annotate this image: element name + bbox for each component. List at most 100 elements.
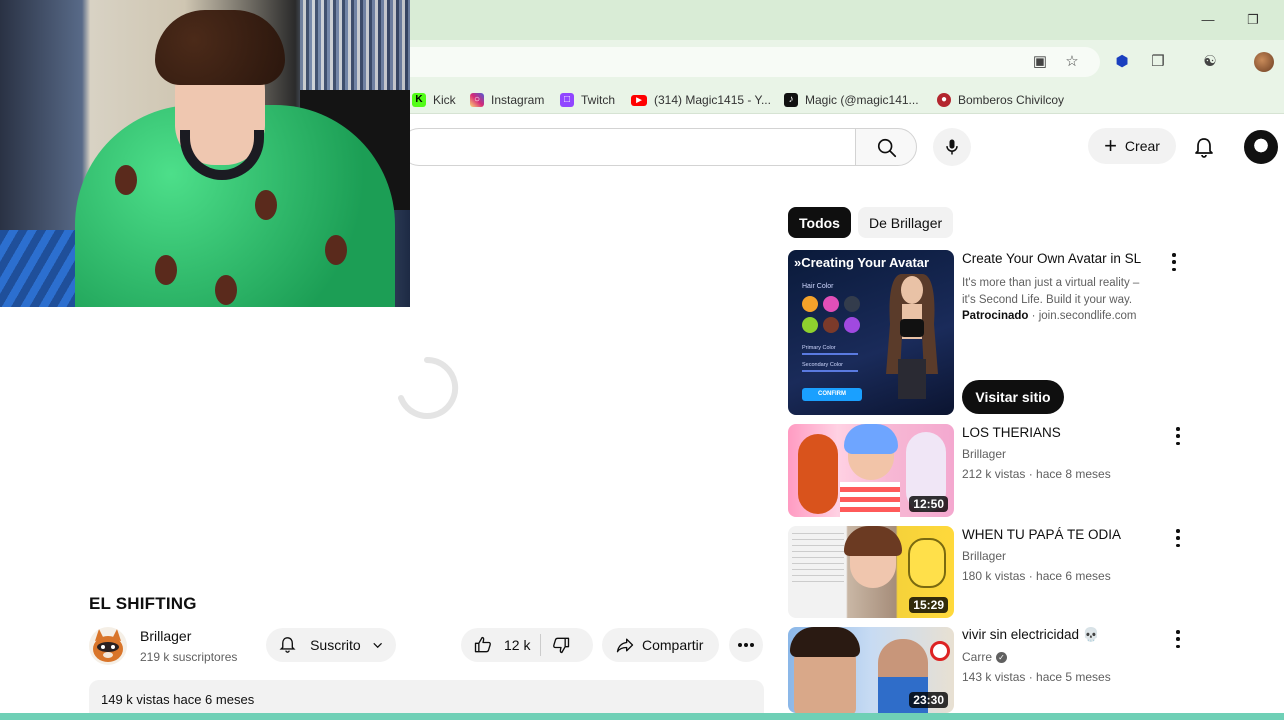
channel-name[interactable]: Brillager [962, 549, 1006, 563]
video-thumbnail[interactable]: 15:29 [788, 526, 954, 618]
ad-thumbnail-primary-label: Primary Color [802, 345, 836, 351]
ad-color-swatches [802, 296, 860, 333]
tiktok-icon: ♪ [784, 93, 798, 107]
create-label: Crear [1124, 138, 1160, 154]
ad-slider [802, 353, 858, 355]
bookmark-twitch[interactable]: □ Twitch [560, 92, 615, 108]
bookmark-instagram[interactable]: ○ Instagram [470, 92, 544, 108]
ad-slider [802, 370, 858, 372]
video-title[interactable]: vivir sin electricidad 💀 [962, 627, 1100, 643]
channel-name[interactable]: Brillager [962, 447, 1006, 461]
restore-icon[interactable]: ❐ [1245, 12, 1261, 28]
channel-name[interactable]: Brillager [140, 628, 191, 644]
loading-spinner [398, 356, 459, 419]
swatch [844, 296, 860, 312]
video-meta: 180 k vistas · hace 6 meses [962, 569, 1111, 583]
chip-all[interactable]: Todos [788, 207, 851, 238]
verified-icon: ✓ [996, 652, 1008, 664]
channel-avatar[interactable] [89, 627, 127, 665]
bomberos-icon: ● [937, 93, 951, 107]
address-bar[interactable] [330, 47, 1100, 77]
bookmark-label: Kick [433, 93, 456, 107]
webcam-person [115, 165, 137, 195]
more-actions-button[interactable] [729, 628, 763, 662]
video-more-icon[interactable] [1173, 427, 1183, 445]
channel-name[interactable]: Carre [962, 650, 992, 664]
install-app-icon[interactable]: ▣ [1030, 52, 1050, 72]
thumb-shape [792, 532, 844, 582]
ad-more-icon[interactable] [1169, 253, 1179, 271]
ad-sponsor-line: Patrocinado · join.secondlife.com [962, 310, 1137, 322]
like-count[interactable]: 12 k [504, 637, 530, 653]
chip-from-channel[interactable]: De Brillager [858, 207, 954, 238]
video-title[interactable]: LOS THERIANS [962, 425, 1061, 440]
minimize-icon[interactable]: — [1200, 12, 1216, 28]
bookmark-kick[interactable]: K Kick [412, 92, 456, 108]
search-input[interactable] [400, 128, 855, 166]
bookmark-label: Bomberos Chivilcoy [958, 93, 1065, 107]
subscribed-button[interactable]: Suscrito [266, 628, 396, 662]
video-meta: 143 k vistas · hace 5 meses [962, 670, 1111, 684]
webcam-person [155, 10, 285, 85]
twitch-icon: □ [560, 93, 574, 107]
ad-sponsored-label: Patrocinado [962, 310, 1029, 322]
video-duration: 12:50 [909, 496, 948, 512]
notifications-bell-icon[interactable] [1192, 136, 1216, 160]
like-dislike-group: 12 k [461, 628, 593, 662]
ad-avatar-figure [886, 274, 938, 399]
dislike-thumb-down-icon[interactable] [551, 635, 571, 655]
video-duration: 23:30 [909, 692, 948, 708]
channel-avatar [93, 629, 123, 662]
browser-profile-avatar[interactable] [1254, 52, 1274, 72]
more-horizontal-icon [738, 643, 754, 647]
bookmark-star-icon[interactable]: ☆ [1062, 52, 1082, 72]
visit-site-button[interactable]: Visitar sitio [962, 380, 1064, 414]
ad-domain[interactable]: · join.secondlife.com [1032, 310, 1137, 322]
extensions-puzzle-icon[interactable]: ❒ [1148, 52, 1168, 72]
bookmark-youtube[interactable]: ▶ (314) Magic1415 - Y... [631, 92, 771, 108]
account-avatar[interactable] [1244, 130, 1278, 164]
webcam-person [325, 235, 347, 265]
subscribed-label: Suscrito [310, 637, 361, 653]
ad-thumbnail-secondary-label: Secondary Color [802, 362, 843, 368]
page: — ❐ ▣ ☆ ⬢ ❒ ☯ K Kick ○ Instagram □ Twitc… [0, 0, 1284, 720]
voice-search-button[interactable] [933, 128, 971, 166]
bookmark-label: Twitch [581, 93, 616, 107]
bookmark-tiktok[interactable]: ♪ Magic (@magic141... [784, 92, 919, 108]
thumb-shape [840, 482, 900, 517]
incognito-icon[interactable]: ☯ [1200, 52, 1220, 72]
views-date: 149 k vistas hace 6 meses [101, 692, 255, 707]
swatch [823, 296, 839, 312]
bookmark-bomberos[interactable]: ● Bomberos Chivilcoy [937, 92, 1064, 108]
swatch [802, 317, 818, 333]
create-button[interactable]: + Crear [1088, 128, 1176, 164]
extension-shield-icon[interactable]: ⬢ [1112, 52, 1132, 72]
video-meta: 212 k vistas · hace 8 meses [962, 467, 1111, 481]
plus-icon: + [1104, 133, 1117, 158]
share-arrow-icon [616, 638, 634, 653]
swatch [844, 317, 860, 333]
chevron-down-icon [373, 642, 382, 649]
like-thumb-up-icon[interactable] [473, 635, 493, 655]
webcam-overlay [0, 0, 410, 307]
instagram-icon: ○ [470, 93, 484, 107]
video-more-icon[interactable] [1173, 529, 1183, 547]
bottom-accent-bar [0, 713, 1284, 720]
video-thumbnail[interactable]: 12:50 [788, 424, 954, 517]
thumb-shape [844, 424, 898, 454]
webcam-person [215, 275, 237, 305]
video-thumbnail[interactable]: 23:30 [788, 627, 954, 713]
search-button[interactable] [855, 128, 917, 166]
thumb-shape [798, 434, 838, 514]
like-divider [540, 634, 542, 656]
video-more-icon[interactable] [1173, 630, 1183, 648]
ad-thumbnail[interactable]: »Creating Your Avatar Hair Color Primary… [788, 250, 954, 415]
thumb-shape [930, 641, 950, 661]
bell-icon [279, 637, 296, 653]
channel-line: Carre ✓ [962, 650, 1008, 664]
video-title[interactable]: WHEN TU PAPÁ TE ODIA [962, 527, 1121, 542]
webcam-person [155, 255, 177, 285]
ad-title[interactable]: Create Your Own Avatar in SL [962, 251, 1141, 266]
share-button[interactable]: Compartir [602, 628, 719, 662]
bookmark-label: Instagram [491, 93, 545, 107]
